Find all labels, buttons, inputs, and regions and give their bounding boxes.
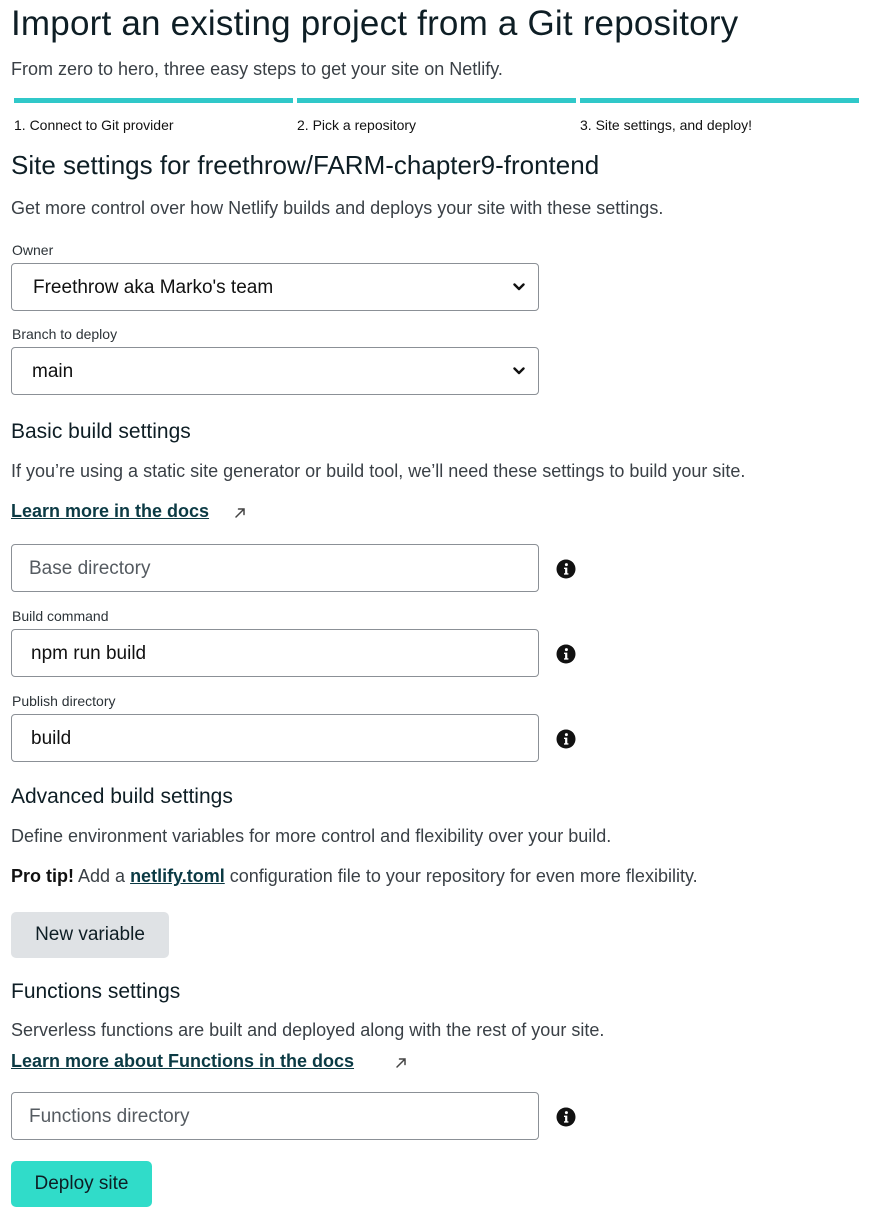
external-link-icon xyxy=(396,1058,406,1068)
publish-directory-label: Publish directory xyxy=(12,693,116,709)
functions-docs-link[interactable]: Learn more about Functions in the docs xyxy=(11,1051,354,1072)
publish-directory-value: build xyxy=(31,728,72,749)
new-variable-button[interactable]: New variable xyxy=(11,912,169,958)
basic-build-heading: Basic build settings xyxy=(11,420,191,443)
pro-tip-text: configuration file to your repository fo… xyxy=(224,866,698,886)
branch-select-value: main xyxy=(32,361,74,382)
branch-select[interactable]: main xyxy=(11,347,539,395)
build-command-input[interactable]: npm run build xyxy=(11,629,539,677)
chevron-down-icon xyxy=(513,367,525,375)
owner-label: Owner xyxy=(12,242,54,258)
docs-link[interactable]: Learn more in the docs xyxy=(11,501,209,522)
step-progress-bar xyxy=(580,98,859,103)
stepper: 1. Connect to Git provider 2. Pick a rep… xyxy=(14,98,859,138)
deploy-site-button[interactable]: Deploy site xyxy=(11,1161,152,1207)
info-icon[interactable] xyxy=(556,1107,576,1127)
branch-label: Branch to deploy xyxy=(12,326,118,342)
pro-tip-label: Pro tip! xyxy=(11,866,74,886)
step-progress-bar xyxy=(297,98,576,103)
netlify-toml-link[interactable]: netlify.toml xyxy=(130,866,225,886)
basic-build-description: If you’re using a static site generator … xyxy=(11,461,746,481)
step-pick-repository: 2. Pick a repository xyxy=(297,98,576,133)
functions-heading: Functions settings xyxy=(11,980,181,1003)
step-progress-bar xyxy=(14,98,293,103)
functions-directory-placeholder: Functions directory xyxy=(29,1106,190,1127)
build-command-value: npm run build xyxy=(31,643,147,664)
functions-description: Serverless functions are built and deplo… xyxy=(11,1020,605,1040)
step-label: 2. Pick a repository xyxy=(297,117,417,133)
step-site-settings: 3. Site settings, and deploy! xyxy=(580,98,859,133)
pro-tip-text: Add a xyxy=(74,866,131,886)
info-icon[interactable] xyxy=(556,729,576,749)
page-title: Import an existing project from a Git re… xyxy=(11,4,739,43)
base-directory-placeholder: Base directory xyxy=(29,558,151,579)
owner-select-value: Freethrow aka Marko's team xyxy=(33,277,274,298)
owner-select[interactable]: Freethrow aka Marko's team xyxy=(11,263,539,311)
pro-tip: Pro tip! Add a netlify.toml configuratio… xyxy=(11,866,698,887)
step-label: 1. Connect to Git provider xyxy=(14,117,174,133)
step-label: 3. Site settings, and deploy! xyxy=(580,117,752,133)
info-icon[interactable] xyxy=(556,559,576,579)
advanced-build-description: Define environment variables for more co… xyxy=(11,826,612,846)
publish-directory-input[interactable]: build xyxy=(11,714,539,762)
step-connect-git: 1. Connect to Git provider xyxy=(14,98,293,133)
base-directory-input[interactable]: Base directory xyxy=(11,544,539,592)
site-settings-heading: Site settings for freethrow/FARM-chapter… xyxy=(11,150,600,180)
build-command-label: Build command xyxy=(12,608,109,624)
chevron-down-icon xyxy=(513,283,525,291)
page-subtitle: From zero to hero, three easy steps to g… xyxy=(11,59,503,79)
info-icon[interactable] xyxy=(556,644,576,664)
functions-directory-input[interactable]: Functions directory xyxy=(11,1092,539,1140)
site-settings-description: Get more control over how Netlify builds… xyxy=(11,198,664,218)
external-link-icon xyxy=(235,508,245,518)
advanced-build-heading: Advanced build settings xyxy=(11,785,233,808)
